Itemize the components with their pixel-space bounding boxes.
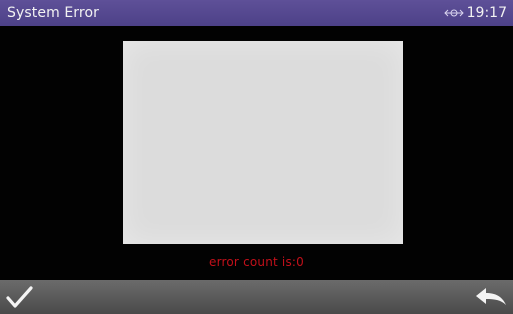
window-title: System Error: [7, 5, 99, 21]
back-button[interactable]: [473, 283, 509, 311]
clock: 19:17: [466, 5, 507, 21]
return-arrow-icon: [476, 288, 506, 305]
checkmark-icon: [6, 286, 33, 308]
error-display-panel: [123, 41, 403, 244]
status-area: 19:17: [443, 5, 507, 21]
bottom-toolbar: [0, 280, 513, 314]
confirm-button[interactable]: [4, 283, 38, 311]
usb-link-icon: [443, 7, 464, 19]
error-count-message: error count is:0: [209, 255, 304, 269]
device-screen: System Error 19:17 error count is:0: [0, 0, 513, 314]
title-bar: System Error 19:17: [0, 0, 513, 26]
